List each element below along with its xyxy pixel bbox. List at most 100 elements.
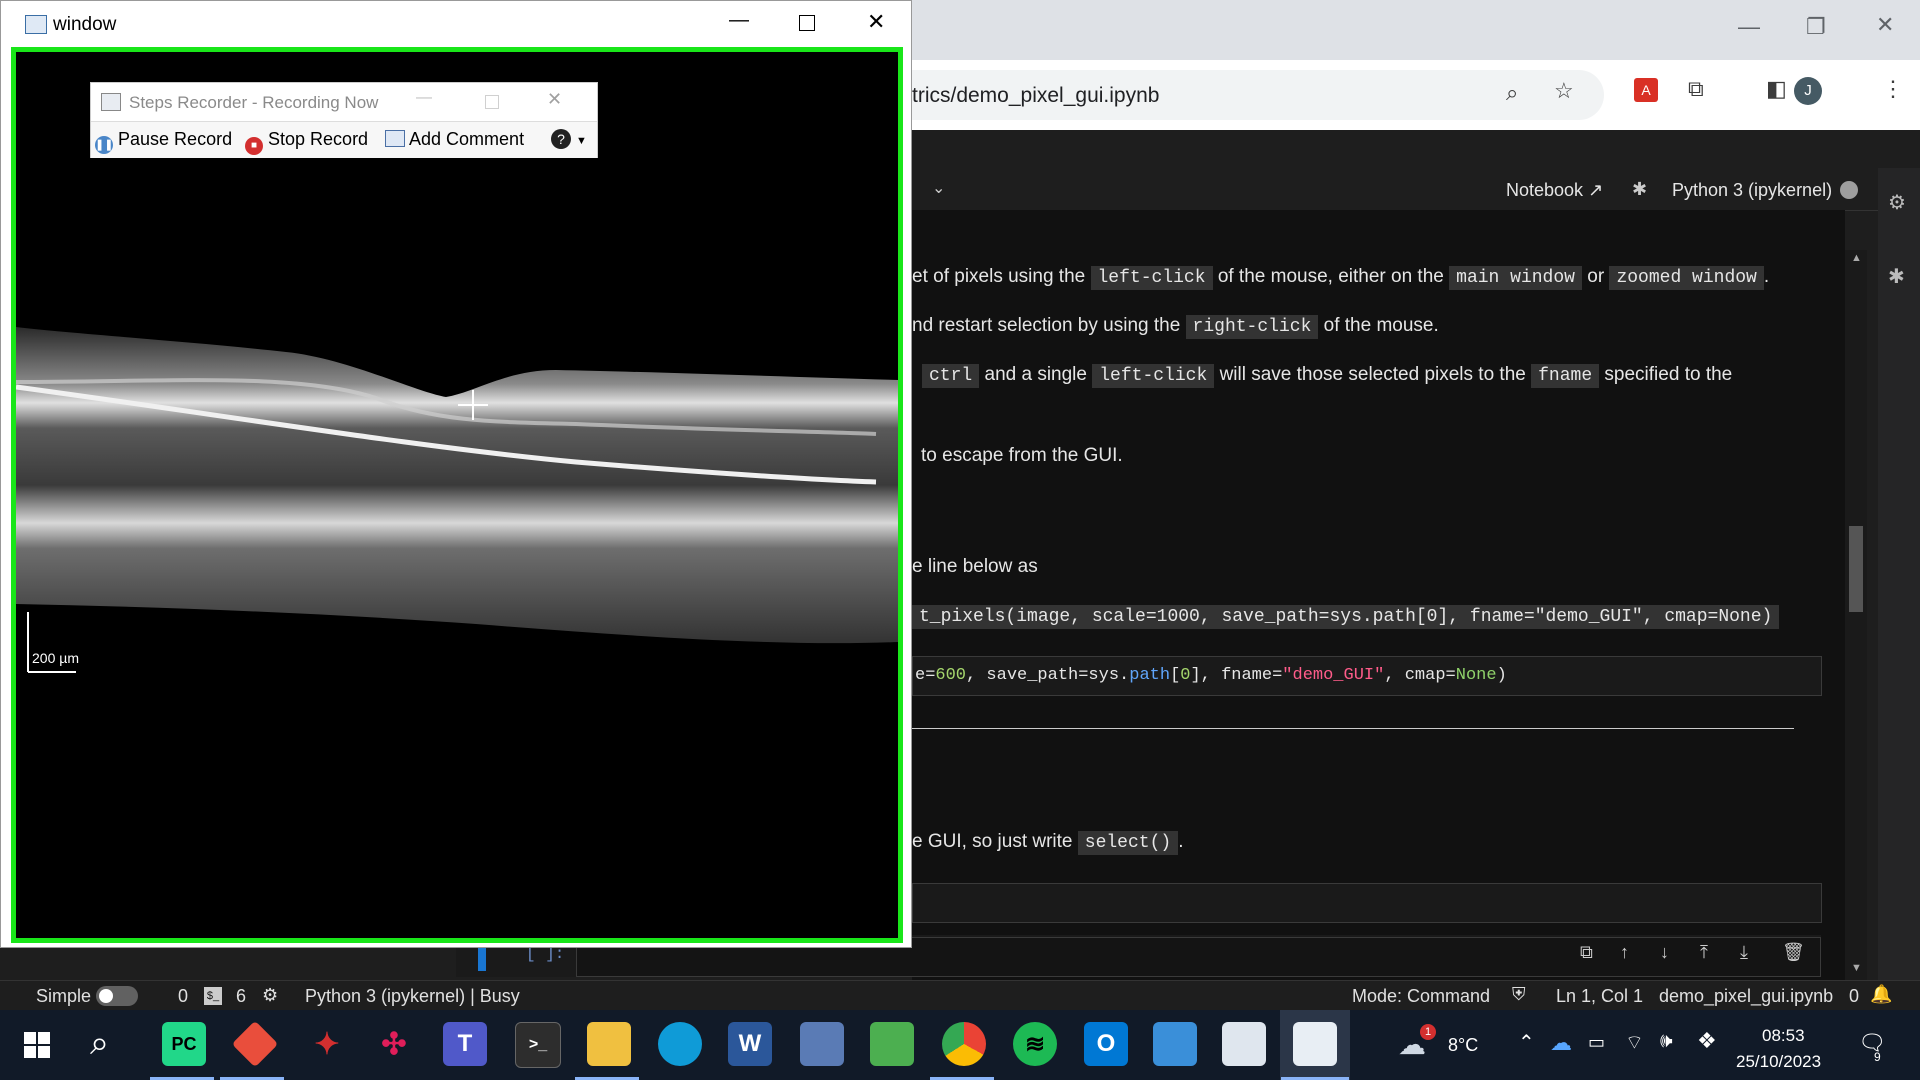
duplicate-cell-icon[interactable]: ⧉ bbox=[1580, 942, 1593, 963]
steps-recorder-titlebar[interactable]: Steps Recorder - Recording Now — ✕ bbox=[91, 83, 597, 119]
start-button[interactable] bbox=[24, 1032, 50, 1058]
scroll-thumb[interactable] bbox=[1849, 526, 1863, 612]
minimize-icon[interactable]: — bbox=[1738, 14, 1760, 40]
chrome-icon[interactable] bbox=[942, 1022, 986, 1066]
network-app-icon[interactable] bbox=[870, 1022, 914, 1066]
maximize-icon[interactable] bbox=[485, 95, 499, 109]
tray-overflow-icon[interactable]: ⌃ bbox=[1518, 1030, 1535, 1055]
clock-time[interactable]: 08:53 bbox=[1762, 1026, 1805, 1046]
anaconda-icon[interactable]: ✦ bbox=[305, 1022, 349, 1066]
notebook-scrollbar[interactable]: ▲ ▼ bbox=[1845, 250, 1867, 980]
kernel-gear-icon[interactable]: ⚙ bbox=[262, 985, 278, 1006]
notebook-panel: et of pixels using the left-click of the… bbox=[456, 210, 1845, 980]
move-down-icon[interactable]: ↓ bbox=[1660, 942, 1669, 963]
stop-record-button[interactable]: ■ Stop Record bbox=[245, 129, 368, 155]
file-explorer-icon[interactable] bbox=[587, 1022, 631, 1066]
delete-cell-icon[interactable]: 🗑 bbox=[1782, 942, 1805, 963]
code-cell-input[interactable]: e=600, save_path=sys.path[0], fname="dem… bbox=[912, 656, 1822, 696]
file-name: demo_pixel_gui.ipynb bbox=[1659, 986, 1834, 1006]
pdf-extension-icon[interactable]: A bbox=[1634, 78, 1658, 102]
url-field[interactable]: trics/demo_pixel_gui.ipynb ⌕ ☆ bbox=[912, 70, 1604, 120]
edge-browser-icon[interactable] bbox=[658, 1022, 702, 1066]
kernel-status-text[interactable]: Python 3 (ipykernel) | Busy bbox=[305, 986, 520, 1007]
outlook-icon[interactable]: O bbox=[1084, 1022, 1128, 1066]
maximize-icon[interactable] bbox=[799, 15, 815, 31]
slack-icon[interactable]: ✣ bbox=[372, 1022, 416, 1066]
photos-icon[interactable] bbox=[1153, 1022, 1197, 1066]
minimize-icon[interactable]: — bbox=[416, 89, 432, 107]
notification-bell-icon[interactable]: 🔔 bbox=[1870, 984, 1892, 1005]
simple-mode-toggle[interactable] bbox=[96, 986, 138, 1006]
clock-date[interactable]: 25/10/2023 bbox=[1736, 1052, 1821, 1072]
remote-desktop-icon[interactable] bbox=[800, 1022, 844, 1066]
action-center-count: 9 bbox=[1874, 1050, 1881, 1064]
md-line-7: e GUI, so just write select(). bbox=[912, 831, 1184, 855]
comment-icon bbox=[385, 130, 405, 147]
code-attr: path bbox=[1129, 666, 1171, 685]
terminal-app-icon[interactable]: >_ bbox=[515, 1022, 561, 1068]
notebook-toolbar: ⌄ Notebook ↗ ✱ Python 3 (ipykernel) bbox=[912, 168, 1878, 211]
dropbox-icon[interactable]: ❖ bbox=[1697, 1028, 1717, 1054]
insert-above-icon[interactable]: ⤒ bbox=[1700, 942, 1708, 963]
scroll-up-icon[interactable]: ▲ bbox=[1851, 252, 1862, 264]
help-dropdown-button[interactable]: ? ▼ bbox=[551, 128, 587, 149]
kernel-name[interactable]: Python 3 (ipykernel) bbox=[1672, 180, 1832, 201]
debugger-panel-icon[interactable]: ✱ bbox=[1888, 264, 1905, 289]
property-inspector-icon[interactable]: ⚙ bbox=[1888, 190, 1906, 215]
zoom-icon[interactable]: ⌕ bbox=[1506, 80, 1518, 106]
terminal-icon[interactable]: $_ bbox=[204, 987, 222, 1005]
url-text[interactable]: trics/demo_pixel_gui.ipynb bbox=[912, 84, 1159, 108]
windows-logo-icon bbox=[24, 1032, 36, 1044]
debugger-bug-icon[interactable]: ✱ bbox=[1632, 179, 1647, 200]
search-icon[interactable]: ⌕ bbox=[90, 1024, 109, 1063]
md-line-6: t_pixels(image, scale=1000, save_path=sy… bbox=[912, 605, 1780, 629]
steps-recorder-taskbar-icon[interactable] bbox=[1222, 1022, 1266, 1066]
close-icon[interactable]: ✕ bbox=[547, 89, 562, 110]
close-icon[interactable]: ✕ bbox=[867, 9, 885, 35]
code-token: , save_path=sys. bbox=[966, 666, 1130, 685]
oct-image-canvas[interactable]: 200 µm bbox=[11, 47, 903, 943]
opencv-window-taskbar-icon[interactable] bbox=[1293, 1022, 1337, 1066]
minimize-icon[interactable]: — bbox=[729, 9, 749, 32]
battery-icon[interactable]: ▭ bbox=[1588, 1032, 1605, 1053]
spotify-icon[interactable]: ≋ bbox=[1013, 1022, 1057, 1066]
cursor-position[interactable]: Ln 1, Col 1 bbox=[1556, 986, 1643, 1007]
scroll-down-icon[interactable]: ▼ bbox=[1851, 962, 1862, 974]
trust-shield-icon[interactable]: ⛨ bbox=[1512, 984, 1526, 1005]
code-cell-empty[interactable] bbox=[912, 883, 1822, 923]
side-panel-icon[interactable]: ◧ bbox=[1766, 76, 1787, 102]
onedrive-icon[interactable]: ☁ bbox=[1550, 1030, 1572, 1056]
word-icon[interactable]: W bbox=[728, 1022, 772, 1066]
pause-record-button[interactable]: ❚❚ Pause Record bbox=[95, 129, 232, 154]
md-text: . bbox=[1763, 266, 1770, 287]
temperature[interactable]: 8°C bbox=[1448, 1035, 1478, 1056]
cell-type-chevron-icon[interactable]: ⌄ bbox=[932, 178, 945, 198]
terminal-count: 0 bbox=[178, 986, 189, 1006]
action-center-icon[interactable]: 🗨 bbox=[1858, 1030, 1886, 1056]
insert-below-icon[interactable]: ⤓ bbox=[1740, 942, 1748, 963]
browser-menu-icon[interactable]: ⋮ bbox=[1882, 76, 1904, 102]
volume-icon[interactable]: 🕪 bbox=[1660, 1030, 1673, 1053]
kernel-status-indicator bbox=[1840, 181, 1858, 199]
profile-avatar[interactable]: J bbox=[1794, 77, 1822, 105]
open-in-notebook-button[interactable]: Notebook ↗ bbox=[1506, 180, 1603, 201]
teams-icon[interactable]: T bbox=[443, 1022, 487, 1066]
md-line-1: et of pixels using the left-click of the… bbox=[912, 266, 1770, 290]
md-text: . bbox=[1178, 831, 1184, 852]
extensions-puzzle-icon[interactable]: ⧉ bbox=[1688, 76, 1704, 102]
pycharm-icon[interactable]: PC bbox=[162, 1022, 206, 1066]
md-text: e GUI, so just write bbox=[912, 831, 1073, 852]
external-link-icon: ↗ bbox=[1588, 180, 1604, 200]
notebook-label: Notebook bbox=[1506, 180, 1584, 200]
bookmark-star-icon[interactable]: ☆ bbox=[1554, 78, 1574, 104]
inline-code-block: t_pixels(image, scale=1000, save_path=sy… bbox=[912, 605, 1780, 629]
steps-recorder-title: Steps Recorder - Recording Now bbox=[129, 93, 379, 112]
close-icon[interactable]: ✕ bbox=[1876, 12, 1894, 38]
oct-scan-image[interactable] bbox=[16, 52, 898, 938]
image-window-titlebar[interactable]: window — ✕ bbox=[1, 1, 911, 47]
move-up-icon[interactable]: ↑ bbox=[1620, 942, 1629, 963]
add-comment-button[interactable]: Add Comment bbox=[385, 129, 524, 150]
wifi-icon[interactable]: ⌔ bbox=[1625, 1030, 1644, 1055]
git-tool-icon[interactable] bbox=[231, 1020, 279, 1068]
restore-icon[interactable]: ❐ bbox=[1806, 14, 1826, 40]
